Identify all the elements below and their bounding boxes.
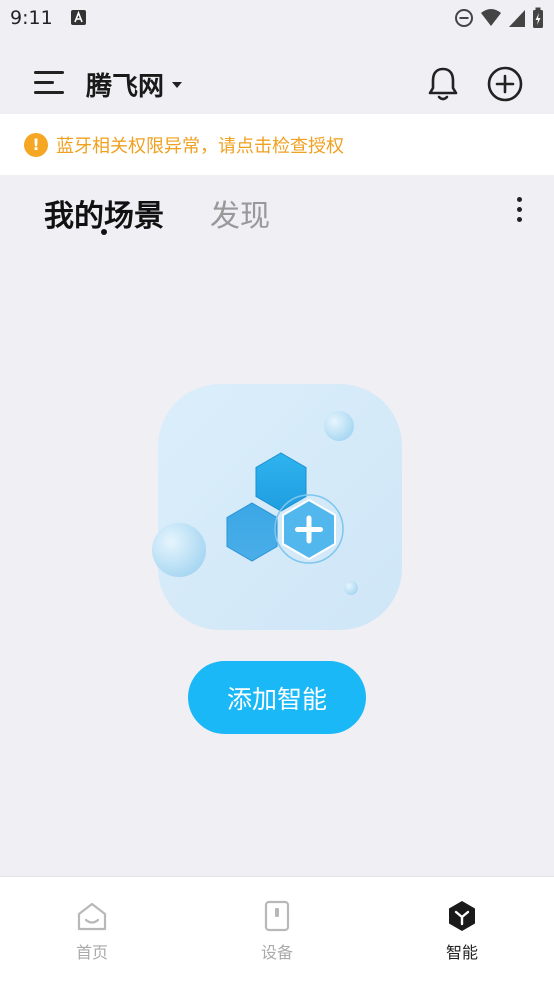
add-icon[interactable] xyxy=(485,64,525,104)
more-options-icon[interactable] xyxy=(510,197,530,223)
status-bar: 9:11 xyxy=(0,0,554,38)
nav-label-smart: 智能 xyxy=(445,943,478,962)
cell-signal-icon xyxy=(509,10,525,27)
permission-alert-banner[interactable]: ! 蓝牙相关权限异常，请点击检查授权 xyxy=(0,114,554,175)
nav-label-home: 首页 xyxy=(75,943,108,962)
nav-label-devices: 设备 xyxy=(260,943,293,962)
active-tab-indicator xyxy=(101,229,107,235)
empty-scene-illustration xyxy=(148,382,408,634)
scene-tabs: 我的场景 发现 xyxy=(0,175,554,245)
nav-item-home[interactable]: 首页 xyxy=(32,899,152,963)
wifi-icon xyxy=(481,9,501,26)
system-icons xyxy=(454,7,544,29)
caret-down-icon xyxy=(172,81,183,88)
status-time: 9:11 xyxy=(10,7,53,29)
smart-icon xyxy=(449,901,475,931)
home-icon xyxy=(77,902,107,931)
app-bar: 腾飞网 xyxy=(0,38,554,114)
notification-app-icon xyxy=(71,10,86,25)
tab-discover[interactable]: 发现 xyxy=(210,191,270,235)
alert-text: 蓝牙相关权限异常，请点击检查授权 xyxy=(56,135,344,157)
menu-icon[interactable] xyxy=(34,71,64,95)
do-not-disturb-icon xyxy=(455,9,473,27)
bottom-navigation: 首页 设备 智能 xyxy=(0,876,554,985)
device-icon xyxy=(264,900,290,932)
battery-icon xyxy=(533,7,543,28)
home-selector[interactable]: 腾飞网 xyxy=(86,66,183,103)
bell-icon[interactable] xyxy=(424,64,462,104)
nav-item-devices[interactable]: 设备 xyxy=(217,899,337,963)
warning-icon: ! xyxy=(24,132,48,157)
add-smart-button[interactable]: 添加智能 xyxy=(188,661,366,734)
page-title: 腾飞网 xyxy=(86,72,165,102)
nav-item-smart[interactable]: 智能 xyxy=(402,899,522,963)
